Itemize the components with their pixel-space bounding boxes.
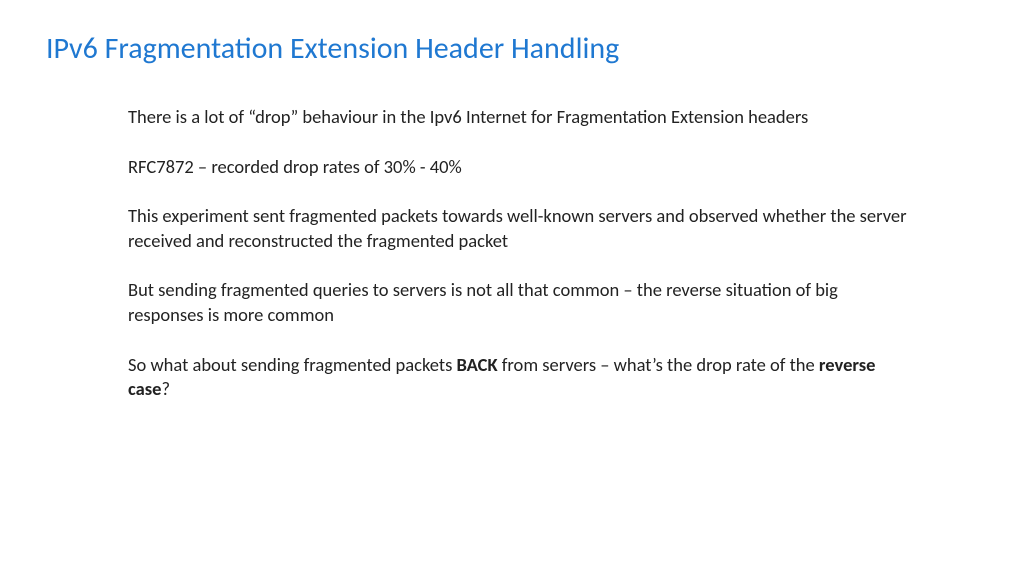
slide-title: IPv6 Fragmentation Extension Header Hand…	[46, 30, 978, 67]
paragraph-4: But sending fragmented queries to server…	[128, 278, 908, 327]
paragraph-1: There is a lot of “drop” behaviour in th…	[128, 105, 908, 130]
paragraph-3: This experiment sent fragmented packets …	[128, 204, 908, 253]
slide: IPv6 Fragmentation Extension Header Hand…	[0, 0, 1024, 576]
text-span: So what about sending fragmented packets	[128, 353, 456, 376]
bold-back: BACK	[456, 353, 497, 376]
slide-body: There is a lot of “drop” behaviour in th…	[128, 105, 908, 402]
text-span: from servers – what’s the drop rate of t…	[498, 353, 819, 376]
paragraph-5: So what about sending fragmented packets…	[128, 353, 908, 402]
text-span: ?	[161, 377, 170, 400]
paragraph-2: RFC7872 – recorded drop rates of 30% - 4…	[128, 155, 908, 180]
